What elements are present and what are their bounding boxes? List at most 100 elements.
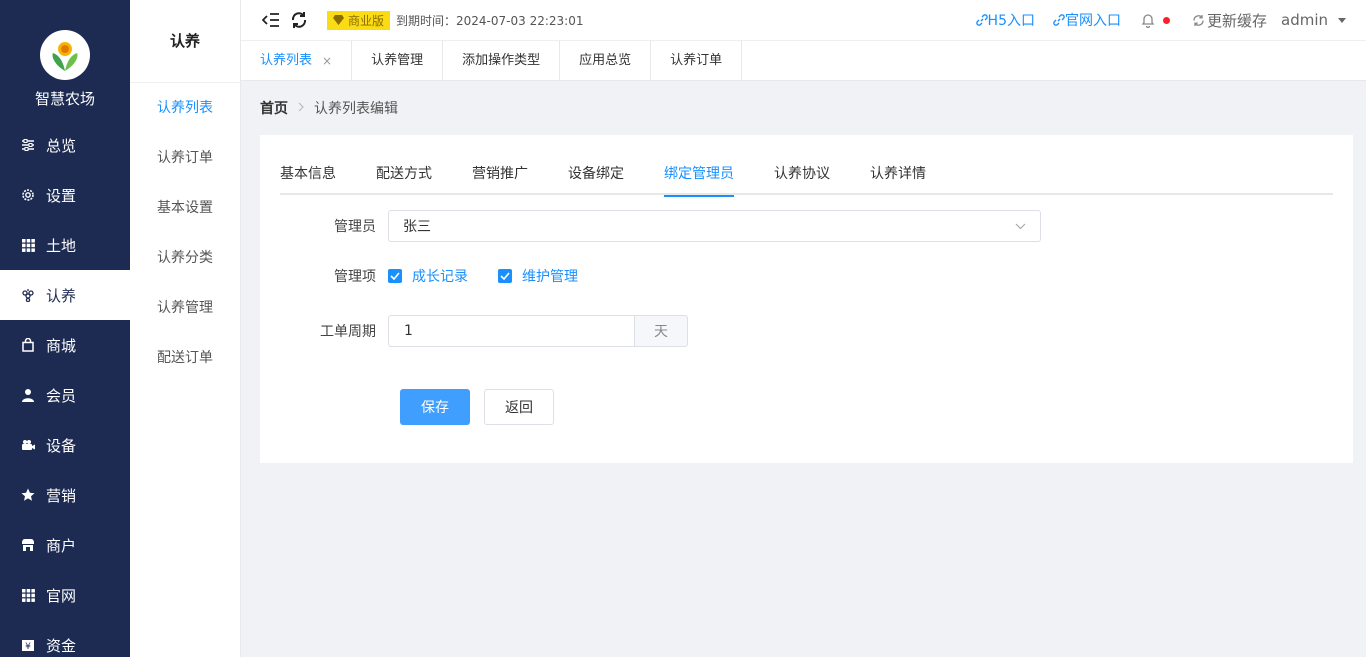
period-row: 工单周期 1 天 [260, 315, 688, 347]
diamond-icon [333, 15, 344, 25]
nav-label: 官网 [46, 586, 77, 605]
maintenance-label: 维护管理 [522, 269, 578, 285]
tag-label: 认养列表 [260, 53, 313, 68]
tab-device-binding[interactable]: 设备绑定 [568, 163, 624, 195]
tag-app-overview[interactable]: 应用总览 [560, 41, 652, 81]
refresh-cache-label: 更新缓存 [1206, 11, 1267, 30]
sub-sidebar: 认养 认养列表 认养订单 基本设置 认养分类 认养管理 配送订单 [130, 0, 241, 657]
tag-label: 添加操作类型 [462, 53, 541, 68]
sunflower-icon [52, 42, 78, 71]
sub-item-adopt-orders[interactable]: 认养订单 [130, 133, 240, 183]
tab-details[interactable]: 认养详情 [870, 163, 926, 195]
shop-icon [20, 537, 36, 553]
action-row: 保存 返回 [400, 389, 554, 425]
tag-adopt-manage[interactable]: 认养管理 [352, 41, 444, 81]
logo-area: 智慧农场 [0, 0, 130, 120]
nav-settings[interactable]: 设置 [0, 170, 130, 220]
tag-tabs: 认养列表 × 认养管理 添加操作类型 应用总览 认养订单 [241, 41, 1366, 81]
check-icon [388, 269, 402, 283]
tag-label: 应用总览 [579, 53, 632, 68]
website-entry-label: 官网入口 [1064, 13, 1121, 29]
svg-text:¥: ¥ [25, 642, 31, 652]
maintenance-checkbox[interactable]: 维护管理 [498, 266, 578, 286]
growth-record-label: 成长记录 [412, 269, 468, 285]
admin-select[interactable]: 张三 [388, 210, 1041, 242]
tab-bind-admin[interactable]: 绑定管理员 [664, 163, 734, 197]
grid-icon [20, 587, 36, 603]
top-header: 商业版 到期时间：2024-07-03 22:23:01 H5入口 官网入口 更… [241, 0, 1366, 41]
nav-label: 商城 [46, 336, 77, 355]
save-button[interactable]: 保存 [400, 389, 470, 425]
nav-mall[interactable]: 商城 [0, 320, 130, 370]
tag-adopt-list[interactable]: 认养列表 × [241, 41, 353, 81]
gear-icon [20, 187, 36, 203]
tab-basic-info[interactable]: 基本信息 [280, 163, 336, 195]
device-icon [20, 437, 36, 453]
nav-adopt[interactable]: 认养 [0, 270, 130, 320]
caret-down-icon [1338, 17, 1346, 23]
main-sidebar: 智慧农场 总览 设置 土地 认养 商城 会员 设备 营销 商户 官网 ¥ 资金 [0, 0, 130, 657]
sub-item-adopt-manage[interactable]: 认养管理 [130, 283, 240, 333]
tab-marketing[interactable]: 营销推广 [472, 163, 528, 195]
bell-icon [1141, 13, 1155, 28]
manage-items-row: 管理项 成长记录 维护管理 [260, 266, 608, 286]
growth-record-checkbox[interactable]: 成长记录 [388, 266, 468, 286]
manage-items-label: 管理项 [334, 269, 376, 285]
period-label: 工单周期 [320, 324, 376, 340]
tab-agreement[interactable]: 认养协议 [774, 163, 830, 195]
expire-time: 到期时间：2024-07-03 22:23:01 [396, 13, 584, 28]
refresh-page-icon[interactable] [289, 10, 309, 30]
nav-label: 设置 [46, 186, 77, 205]
sliders-icon [20, 137, 36, 153]
h5-entry-link[interactable]: H5入口 [975, 10, 1035, 30]
nav-website[interactable]: 官网 [0, 570, 130, 620]
sub-item-adopt-list[interactable]: 认养列表 [130, 83, 240, 133]
nav-member[interactable]: 会员 [0, 370, 130, 420]
user-icon [20, 387, 36, 403]
refresh-cache-button[interactable]: 更新缓存 [1192, 10, 1267, 31]
admin-select-value: 张三 [403, 219, 431, 235]
nav-label: 设备 [46, 436, 77, 455]
edition-badge: 商业版 [327, 10, 391, 30]
nav-merchant[interactable]: 商户 [0, 520, 130, 570]
grid-icon [20, 237, 36, 253]
website-entry-link[interactable]: 官网入口 [1053, 10, 1121, 30]
tag-add-operation-type[interactable]: 添加操作类型 [443, 41, 561, 81]
nav-marketing[interactable]: 营销 [0, 470, 130, 520]
money-icon: ¥ [20, 637, 36, 653]
link-icon [1053, 14, 1065, 26]
tag-label: 认养管理 [371, 53, 424, 68]
sub-item-delivery-orders[interactable]: 配送订单 [130, 333, 240, 383]
link-icon [975, 14, 988, 26]
check-icon [498, 269, 512, 283]
notification-button[interactable] [1141, 13, 1170, 28]
edit-card: 基本信息 配送方式 营销推广 设备绑定 绑定管理员 认养协议 认养详情 管理员 … [260, 135, 1353, 463]
breadcrumb: 首页 认养列表编辑 [260, 98, 398, 118]
close-icon[interactable]: × [322, 41, 332, 81]
nav-label: 总览 [46, 136, 77, 155]
sub-sidebar-title: 认养 [130, 0, 240, 83]
h5-entry-label: H5入口 [987, 13, 1035, 29]
nav-land[interactable]: 土地 [0, 220, 130, 270]
collapse-menu-icon[interactable] [261, 10, 281, 30]
breadcrumb-home[interactable]: 首页 [260, 98, 288, 118]
bag-icon [20, 337, 36, 353]
nav-device[interactable]: 设备 [0, 420, 130, 470]
grape-icon [20, 287, 36, 303]
refresh-icon [1193, 14, 1204, 26]
nav-label: 商户 [46, 536, 77, 555]
back-button[interactable]: 返回 [484, 389, 554, 425]
nav-funds[interactable]: ¥ 资金 [0, 620, 130, 657]
chevron-right-icon [298, 100, 304, 116]
sub-item-adopt-category[interactable]: 认养分类 [130, 233, 240, 283]
period-input[interactable]: 1 [388, 315, 634, 347]
app-title: 智慧农场 [34, 90, 95, 108]
notification-dot [1162, 16, 1170, 24]
period-unit: 天 [634, 315, 688, 347]
tag-adopt-orders[interactable]: 认养订单 [651, 41, 743, 81]
nav-overview[interactable]: 总览 [0, 120, 130, 170]
form-tabs: 基本信息 配送方式 营销推广 设备绑定 绑定管理员 认养协议 认养详情 [280, 163, 1333, 197]
sub-item-basic-settings[interactable]: 基本设置 [130, 183, 240, 233]
tab-delivery[interactable]: 配送方式 [376, 163, 432, 195]
user-menu[interactable]: admin [1281, 11, 1346, 29]
